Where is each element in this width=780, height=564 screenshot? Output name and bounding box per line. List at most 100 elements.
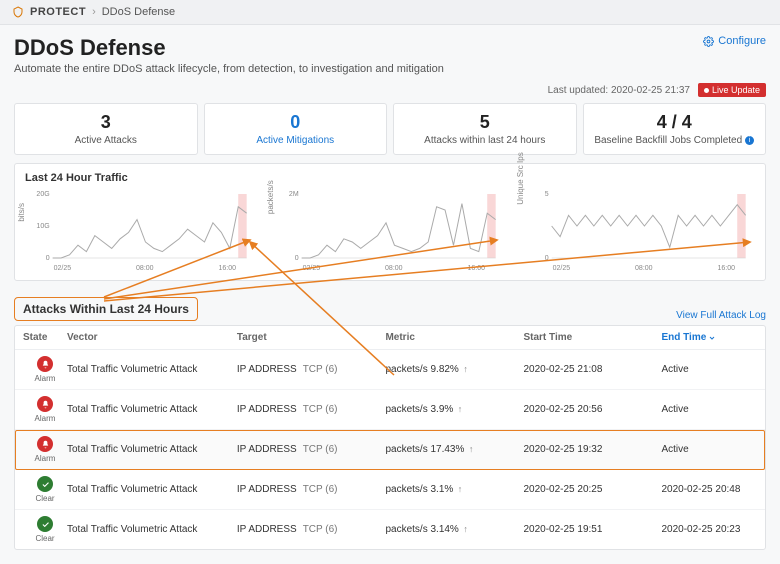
cell-end-time: Active: [661, 444, 757, 455]
traffic-chart-0[interactable]: 0 10G 20G 02/25 08:00 16:00: [25, 190, 256, 272]
stat-attacks-24h[interactable]: 5 Attacks within last 24 hours: [393, 103, 577, 155]
alarm-bell-icon: [37, 436, 53, 452]
cell-vector: Total Traffic Volumetric Attack: [67, 484, 237, 495]
col-metric[interactable]: Metric: [385, 332, 523, 343]
svg-text:08:00: 08:00: [136, 265, 154, 272]
charts-title: Last 24 Hour Traffic: [25, 172, 755, 184]
svg-text:16:00: 16:00: [468, 265, 486, 272]
stat-value: 5: [400, 112, 570, 133]
table-row[interactable]: Alarm Total Traffic Volumetric Attack IP…: [15, 350, 765, 390]
live-dot-icon: [704, 88, 709, 93]
svg-text:08:00: 08:00: [385, 265, 403, 272]
stat-baseline-backfill[interactable]: 4 / 4 Baseline Backfill Jobs Completedi: [583, 103, 767, 155]
table-row[interactable]: Alarm Total Traffic Volumetric Attack IP…: [15, 390, 765, 430]
shield-icon: [12, 6, 24, 18]
cell-target: IP ADDRESSTCP (6): [237, 404, 386, 415]
table-row[interactable]: Alarm Total Traffic Volumetric Attack IP…: [15, 430, 765, 470]
cell-state: Clear: [23, 476, 67, 503]
cell-metric: packets/s 3.1% ↑: [385, 484, 523, 495]
stat-active-attacks[interactable]: 3 Active Attacks: [14, 103, 198, 155]
arrow-up-icon: ↑: [466, 444, 473, 454]
col-start-time[interactable]: Start Time: [523, 332, 661, 343]
chevron-right-icon: ›: [92, 6, 96, 18]
svg-text:16:00: 16:00: [218, 265, 236, 272]
col-end-time-label: End Time: [661, 332, 706, 343]
breadcrumb-current[interactable]: DDoS Defense: [102, 6, 175, 18]
chart-ylabel: Unique Src Ips: [516, 152, 525, 204]
page-subtitle: Automate the entire DDoS attack lifecycl…: [14, 63, 444, 75]
svg-text:16:00: 16:00: [717, 265, 735, 272]
charts-panel: Last 24 Hour Traffic bits/s 0 10G 20G 02/25…: [14, 163, 766, 281]
stat-value: 0: [211, 112, 381, 133]
col-target[interactable]: Target: [237, 332, 386, 343]
cell-target: IP ADDRESSTCP (6): [237, 364, 386, 375]
cell-start-time: 2020-02-25 19:32: [523, 444, 661, 455]
svg-text:10G: 10G: [36, 223, 49, 230]
arrow-up-icon: ↑: [461, 524, 468, 534]
svg-text:5: 5: [544, 191, 548, 198]
stat-label: Attacks within last 24 hours: [400, 135, 570, 146]
chevron-down-icon: [708, 334, 716, 342]
breadcrumb-root[interactable]: PROTECT: [30, 6, 86, 18]
svg-text:0: 0: [295, 255, 299, 262]
attacks-table: State Vector Target Metric Start Time En…: [14, 325, 766, 550]
live-update-button[interactable]: Live Update: [698, 83, 766, 97]
svg-text:08:00: 08:00: [635, 265, 653, 272]
cell-end-time: Active: [661, 364, 757, 375]
chart-ylabel: bits/s: [17, 203, 26, 222]
view-full-attack-log-link[interactable]: View Full Attack Log: [676, 310, 766, 321]
state-text: Alarm: [23, 414, 67, 423]
state-text: Clear: [23, 534, 67, 543]
arrow-up-icon: ↑: [455, 484, 462, 494]
chart-ylabel: packets/s: [266, 180, 275, 214]
svg-text:02/25: 02/25: [54, 265, 72, 272]
cell-state: Alarm: [23, 396, 67, 423]
arrow-up-icon: ↑: [461, 364, 468, 374]
cell-start-time: 2020-02-25 20:56: [523, 404, 661, 415]
cell-metric: packets/s 17.43% ↑: [385, 444, 523, 455]
cell-vector: Total Traffic Volumetric Attack: [67, 444, 237, 455]
table-row[interactable]: Clear Total Traffic Volumetric Attack IP…: [15, 470, 765, 510]
col-state: State: [23, 332, 67, 343]
state-text: Clear: [23, 494, 67, 503]
traffic-chart-1[interactable]: 0 2M 02/25 08:00 16:00: [274, 190, 505, 272]
stat-value: 3: [21, 112, 191, 133]
cell-metric: packets/s 3.9% ↑: [385, 404, 523, 415]
stat-active-mitigations[interactable]: 0 Active Mitigations: [204, 103, 388, 155]
live-update-label: Live Update: [712, 85, 760, 95]
svg-text:2M: 2M: [289, 191, 299, 198]
cell-metric: packets/s 9.82% ↑: [385, 364, 523, 375]
configure-button[interactable]: Configure: [703, 35, 766, 47]
arrow-up-icon: ↑: [455, 404, 462, 414]
cell-state: Alarm: [23, 356, 67, 383]
svg-text:0: 0: [544, 255, 548, 262]
svg-text:0: 0: [46, 255, 50, 262]
cell-start-time: 2020-02-25 21:08: [523, 364, 661, 375]
cell-vector: Total Traffic Volumetric Attack: [67, 404, 237, 415]
cell-target: IP ADDRESSTCP (6): [237, 444, 386, 455]
info-icon[interactable]: i: [745, 136, 754, 145]
clear-check-icon: [37, 476, 53, 492]
stat-label: Active Attacks: [21, 135, 191, 146]
alarm-bell-icon: [37, 356, 53, 372]
col-vector[interactable]: Vector: [67, 332, 237, 343]
cell-start-time: 2020-02-25 20:25: [523, 484, 661, 495]
svg-text:20G: 20G: [36, 191, 49, 198]
state-text: Alarm: [23, 374, 67, 383]
state-text: Alarm: [23, 454, 67, 463]
cell-vector: Total Traffic Volumetric Attack: [67, 364, 237, 375]
attacks-section-title: Attacks Within Last 24 Hours: [14, 297, 198, 321]
cell-state: Alarm: [23, 436, 67, 463]
traffic-chart-2[interactable]: 0502/2508:0016:00: [524, 190, 755, 272]
alarm-bell-icon: [37, 396, 53, 412]
breadcrumb: PROTECT › DDoS Defense: [0, 0, 780, 25]
stat-label: Baseline Backfill Jobs Completed: [594, 135, 742, 146]
cell-target: IP ADDRESSTCP (6): [237, 484, 386, 495]
last-updated: Last updated: 2020-02-25 21:37: [548, 85, 690, 96]
stat-label: Active Mitigations: [211, 135, 381, 146]
configure-label: Configure: [718, 35, 766, 47]
cell-end-time: 2020-02-25 20:48: [661, 484, 757, 495]
svg-text:02/25: 02/25: [303, 265, 321, 272]
col-end-time[interactable]: End Time: [661, 332, 757, 343]
table-header: State Vector Target Metric Start Time En…: [15, 326, 765, 350]
